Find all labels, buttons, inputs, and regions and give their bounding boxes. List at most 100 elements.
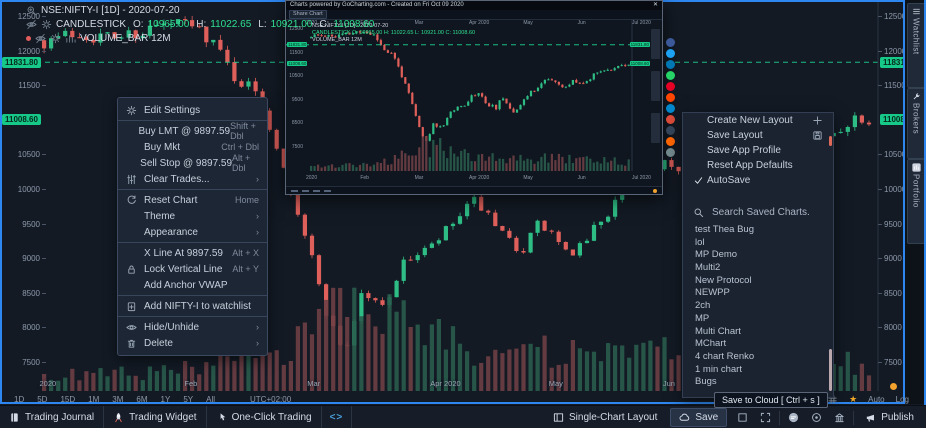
price-marker-badge: 11008.60: [2, 114, 41, 125]
clipplus-icon: [126, 301, 144, 312]
saved-chart-item[interactable]: MP Demo: [683, 249, 833, 262]
megaphone-icon: [865, 412, 876, 423]
save-button[interactable]: Save: [670, 408, 727, 427]
price-tick-label: 11500: [884, 81, 906, 90]
log-scale-toggle[interactable]: Log: [896, 395, 909, 404]
menu-item-edit-settings[interactable]: Edit Settings: [118, 102, 267, 118]
share-facebook-icon[interactable]: [666, 38, 675, 47]
layout-menu-save-app-profile[interactable]: Save App Profile: [683, 143, 833, 158]
time-tick-label: Jun: [663, 379, 675, 388]
eye-slash-icon[interactable]: [26, 19, 37, 30]
interval-3m[interactable]: 3M: [112, 395, 123, 404]
saved-chart-item[interactable]: Bugs: [683, 376, 833, 389]
search-row[interactable]: Search Saved Charts.: [683, 202, 833, 222]
single-chart-layout-button[interactable]: Single-Chart Layout: [544, 406, 666, 428]
menu-item-reset-chart[interactable]: Reset ChartHome: [118, 192, 267, 208]
layout-menu-autosave[interactable]: AutoSave: [683, 173, 833, 188]
interval-5d[interactable]: 5D: [37, 395, 47, 404]
scrollbar-thumb[interactable]: [829, 136, 832, 146]
saved-chart-item[interactable]: test Thea Bug: [683, 224, 833, 237]
layout-menu-save-layout[interactable]: Save Layout: [683, 128, 833, 143]
share-email-icon[interactable]: [666, 148, 675, 157]
menu-item-buy-lmt-9897-59[interactable]: Buy LMT @ 9897.59Shift + Dbl: [118, 123, 267, 139]
interval-1y[interactable]: 1Y: [161, 395, 171, 404]
saved-chart-item[interactable]: New Protocol: [683, 275, 833, 288]
saved-chart-item[interactable]: lol: [683, 237, 833, 250]
menu-item-clear-trades[interactable]: Clear Trades...›: [118, 171, 267, 187]
popup-mini-sidebar-tab: [651, 29, 660, 59]
share-linkedin-icon[interactable]: [666, 60, 675, 69]
sidebar-tab-brokers[interactable]: Brokers: [907, 88, 925, 159]
magnifier-plus-icon[interactable]: [26, 5, 37, 16]
sidebar-tab-portfolio[interactable]: Portfolio: [907, 159, 925, 244]
menu-item-sell-stop-9897-59[interactable]: Sell Stop @ 9897.59Alt + Dbl: [118, 155, 267, 171]
price-tick-label: 10500: [884, 150, 906, 159]
share-hackernews-icon[interactable]: [666, 137, 675, 146]
chat-icon[interactable]: [782, 406, 805, 428]
saved-chart-item[interactable]: Multi Chart: [683, 326, 833, 339]
one-click-trading-button[interactable]: One-Click Trading: [207, 406, 322, 428]
share-twitter-icon[interactable]: [666, 49, 675, 58]
screenshot-icon[interactable]: [731, 406, 754, 428]
series-name: CANDLESTICK: [56, 19, 126, 30]
saved-charts-list: test Thea BuglolMP DemoMulti2New Protoco…: [683, 222, 833, 391]
layout-menu-create-new-layout[interactable]: Create New Layout: [683, 113, 833, 128]
menu-item-add-nifty-i-to-watchlist[interactable]: Add NIFTY-I to watchlist: [118, 298, 267, 314]
gear-icon[interactable]: [41, 19, 52, 30]
interval-6m[interactable]: 6M: [136, 395, 147, 404]
saved-chart-item[interactable]: 4 chart Renko: [683, 351, 833, 364]
high-value: 11022.65: [210, 19, 251, 30]
interval-all[interactable]: All: [206, 395, 215, 404]
open-label: O:: [133, 19, 144, 30]
popup-price-label: 10500: [289, 73, 303, 79]
saved-chart-item[interactable]: MChart: [683, 338, 833, 351]
saved-chart-item[interactable]: Multi2: [683, 262, 833, 275]
scrollbar-thumb[interactable]: [829, 349, 832, 391]
popup-close-icon[interactable]: ✕: [653, 1, 658, 10]
target-icon[interactable]: [805, 406, 828, 428]
favorite-star-icon[interactable]: ★: [849, 394, 857, 405]
menu-item-appearance[interactable]: Appearance›: [118, 224, 267, 240]
share-telegram-icon[interactable]: [666, 104, 675, 113]
menu-item-lock-vertical-line[interactable]: Lock Vertical LineAlt + Y: [118, 261, 267, 277]
share-reddit-icon[interactable]: [666, 93, 675, 102]
fullscreen-icon[interactable]: [754, 406, 777, 428]
menu-item-hide-unhide[interactable]: Hide/Unhide›: [118, 319, 267, 335]
popup-bottom-toolbar: [286, 186, 662, 194]
menu-item-theme[interactable]: Theme›: [118, 208, 267, 224]
gear-icon[interactable]: [50, 33, 61, 44]
share-gmail-icon[interactable]: [666, 115, 675, 124]
interval-5y[interactable]: 5Y: [183, 395, 193, 404]
exchange-icon[interactable]: [828, 406, 851, 428]
timezone-label[interactable]: UTC+02:00: [250, 395, 291, 404]
saved-chart-item[interactable]: NEWPP: [683, 287, 833, 300]
menu-item-add-anchor-vwap[interactable]: Add Anchor VWAP: [118, 277, 267, 293]
code-embed-button[interactable]: <>: [322, 406, 353, 428]
price-tick-label: 7500: [8, 358, 40, 367]
popup-status-dot: [653, 189, 657, 193]
price-tick-label: 7500: [884, 358, 902, 367]
bottom-toolbar: Trading JournalTrading WidgetOne-Click T…: [0, 405, 926, 428]
trading-widget-button[interactable]: Trading Widget: [104, 406, 206, 428]
sidebar-tab-watchlist[interactable]: Watchlist: [907, 3, 925, 88]
saved-chart-item[interactable]: 1 min chart: [683, 364, 833, 377]
floppy-icon: [812, 130, 823, 141]
share-pinterest-icon[interactable]: [666, 82, 675, 91]
interval-1d[interactable]: 1D: [14, 395, 24, 404]
low-value: 10921.00: [271, 19, 313, 30]
interval-1m[interactable]: 1M: [88, 395, 99, 404]
saved-chart-item[interactable]: MP: [683, 313, 833, 326]
saved-chart-item[interactable]: 2ch: [683, 300, 833, 313]
menu-item-delete[interactable]: Delete›: [118, 335, 267, 351]
popup-date-label: Mar: [415, 175, 424, 181]
interval-15d[interactable]: 15D: [60, 395, 75, 404]
eye-slash-icon[interactable]: [35, 33, 46, 44]
search-saved-charts-label[interactable]: Search Saved Charts.: [712, 207, 810, 218]
trading-journal-button[interactable]: Trading Journal: [0, 406, 104, 428]
share-whatsapp-icon[interactable]: [666, 71, 675, 80]
share-tumblr-icon[interactable]: [666, 126, 675, 135]
auto-scale-toggle[interactable]: Auto: [868, 395, 884, 404]
layout-menu-reset-app-defaults[interactable]: Reset App Defaults: [683, 158, 833, 173]
menu-item-x-line-at-9897-59[interactable]: X Line At 9897.59Alt + X: [118, 245, 267, 261]
publish-button[interactable]: Publish: [856, 406, 926, 428]
